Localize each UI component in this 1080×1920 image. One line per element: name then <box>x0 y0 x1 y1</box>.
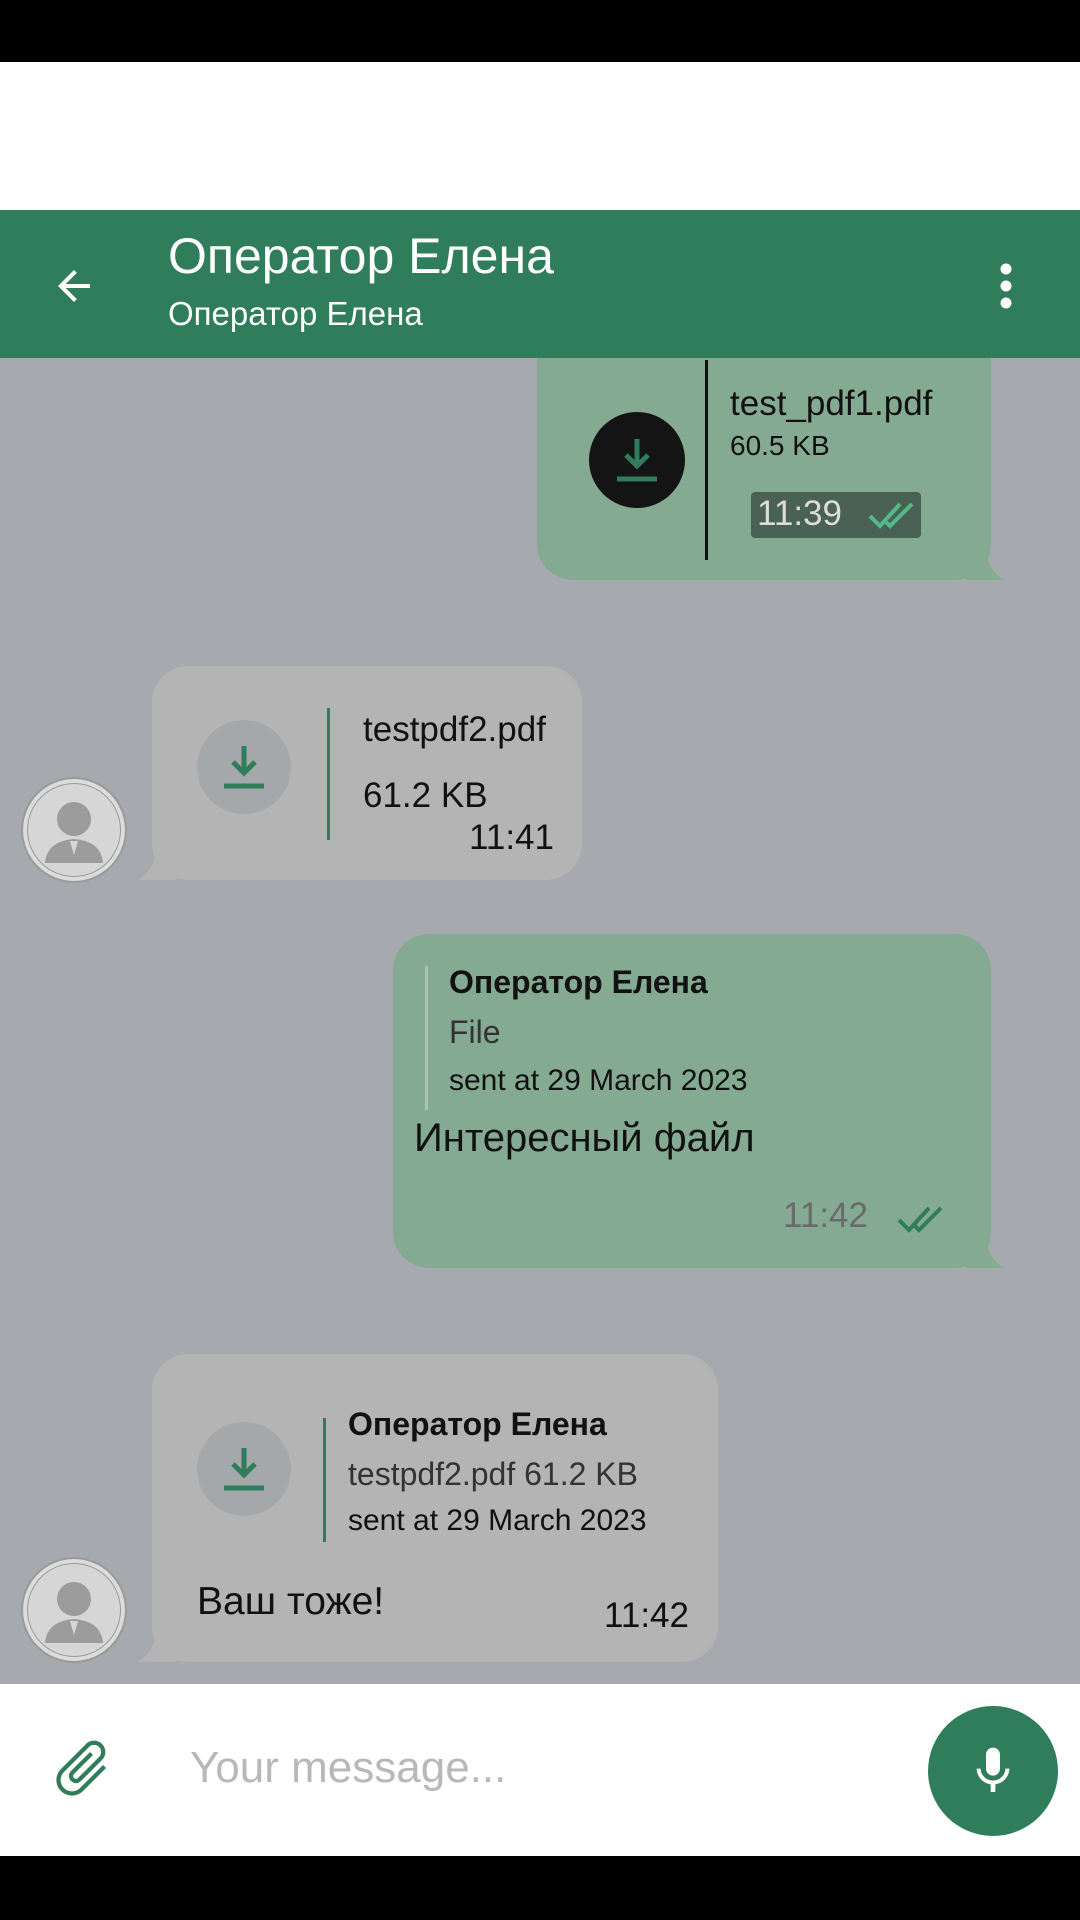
quote-author: Оператор Елена <box>449 964 708 1000</box>
quote-bar <box>323 1418 326 1542</box>
download-icon <box>224 1448 264 1491</box>
avatar <box>21 777 127 883</box>
download-button[interactable] <box>197 720 291 814</box>
chat-title: Оператор Елена <box>168 228 554 284</box>
attach-button[interactable] <box>42 1728 122 1808</box>
chat-subtitle: Оператор Елена <box>168 295 423 332</box>
message-time: 11:39 <box>757 494 842 533</box>
file-size: 60.5 KB <box>730 430 830 461</box>
file-name: test_pdf1.pdf <box>730 384 933 423</box>
more-vertical-icon <box>1000 263 1012 309</box>
avatar <box>21 1557 127 1663</box>
double-check-icon <box>897 1206 943 1233</box>
download-icon <box>224 746 264 789</box>
message-text: Интересный файл <box>414 1116 755 1160</box>
download-button[interactable] <box>197 1422 291 1516</box>
file-divider <box>327 708 330 840</box>
microphone-button[interactable] <box>928 1706 1058 1836</box>
quote-date: sent at 29 March 2023 <box>449 1064 748 1097</box>
bubble-tail <box>138 848 176 880</box>
status-bar <box>0 0 1080 62</box>
navigation-bar <box>0 1856 1080 1920</box>
arrow-left-icon <box>58 270 90 302</box>
file-name: testpdf2.pdf <box>363 710 546 749</box>
file-divider <box>705 360 708 560</box>
file-size: 61.2 KB <box>363 776 488 815</box>
download-icon <box>617 439 657 482</box>
microphone-icon <box>976 1747 1010 1792</box>
message-time: 11:41 <box>469 818 554 857</box>
message-list[interactable]: test_pdf1.pdf 60.5 KB 11:39 testpdf2.pdf… <box>0 358 1080 1684</box>
quote-author: Оператор Елена <box>348 1406 607 1442</box>
quote-text: testpdf2.pdf 61.2 KB <box>348 1456 638 1492</box>
person-icon <box>45 802 103 863</box>
download-button[interactable] <box>589 412 685 508</box>
message-time: 11:42 <box>604 1596 689 1635</box>
back-button[interactable] <box>36 248 112 324</box>
person-icon <box>45 1582 103 1643</box>
message-text: Ваш тоже! <box>197 1580 385 1623</box>
top-blank-area <box>0 62 1080 210</box>
message-time: 11:42 <box>783 1196 868 1235</box>
double-check-icon <box>868 502 914 529</box>
bubble-tail <box>138 1630 176 1662</box>
bubble-tail <box>966 548 1004 580</box>
message-input[interactable] <box>190 1740 890 1796</box>
quote-bar <box>425 966 428 1110</box>
bubble-tail <box>966 1236 1004 1268</box>
more-menu-button[interactable] <box>976 252 1036 320</box>
quote-text: File <box>449 1014 501 1050</box>
paperclip-icon <box>56 1740 107 1796</box>
quote-date: sent at 29 March 2023 <box>348 1504 647 1537</box>
